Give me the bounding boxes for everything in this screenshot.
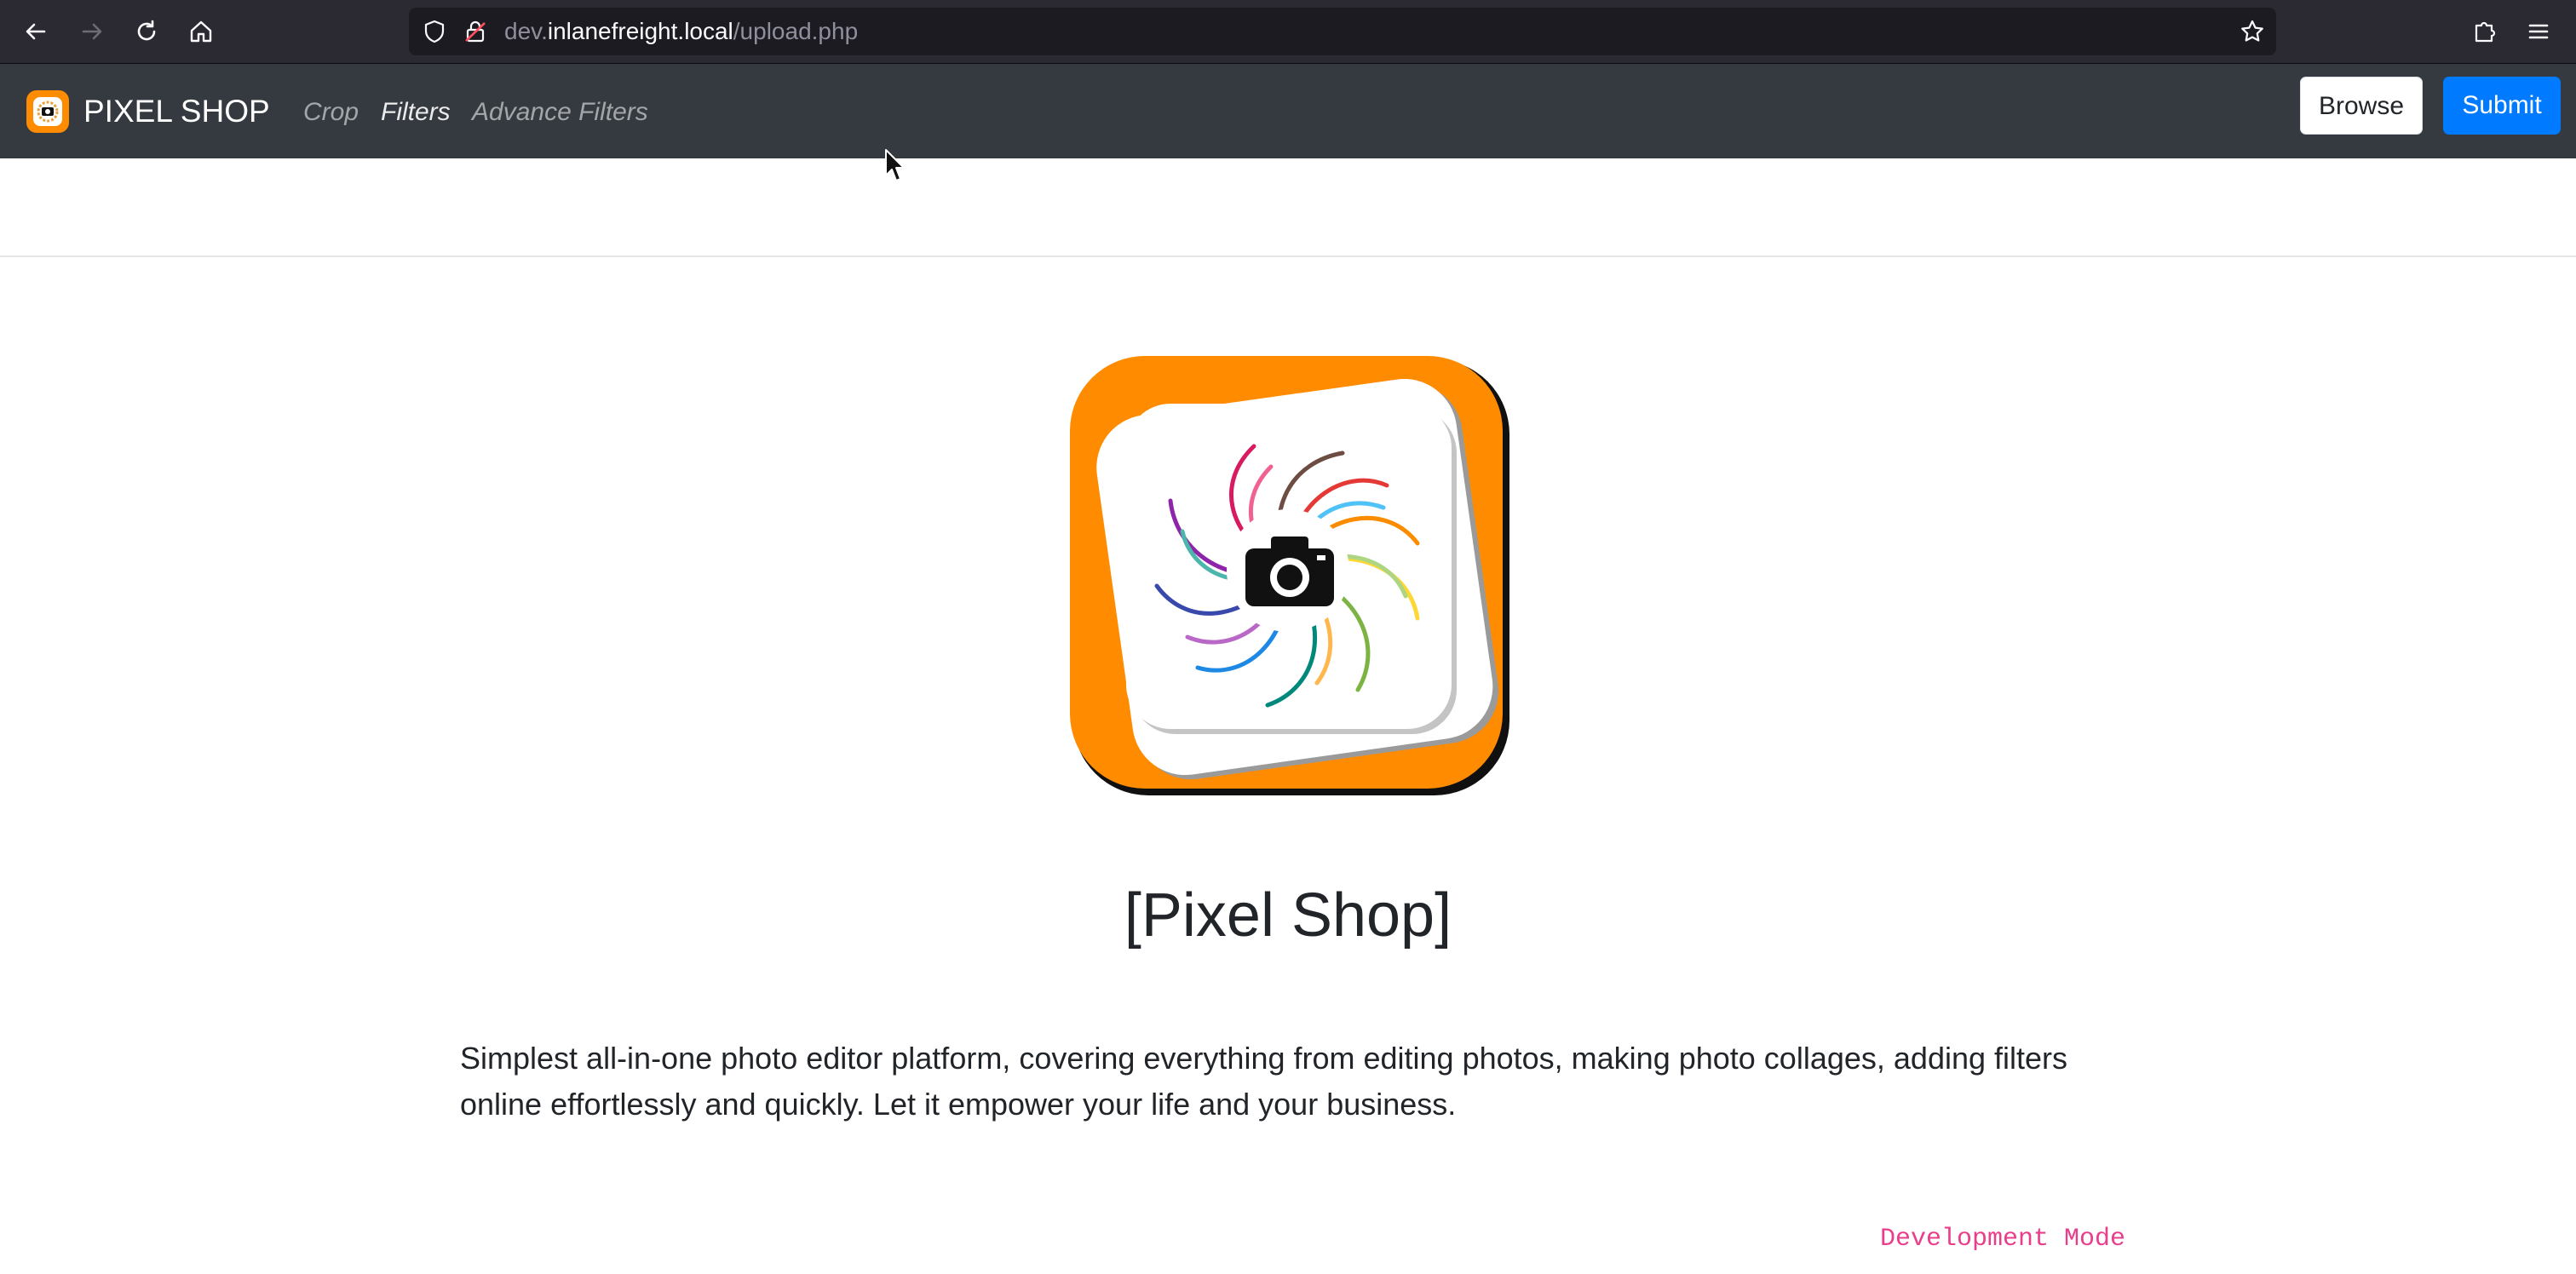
nav-link-crop[interactable]: Crop bbox=[303, 94, 359, 131]
address-bar[interactable]: dev.inlanefreight.local/upload.php bbox=[409, 8, 2276, 55]
brand-logo-icon[interactable] bbox=[26, 89, 70, 134]
brand-name[interactable]: PIXEL SHOP bbox=[83, 92, 270, 131]
app-navbar: PIXEL SHOP Crop Filters Advance Filters … bbox=[0, 64, 2576, 158]
back-button[interactable] bbox=[14, 9, 58, 54]
page-title: [Pixel Shop] bbox=[1124, 881, 1452, 950]
mouse-cursor-icon bbox=[885, 149, 905, 181]
camera-swirl-logo-icon bbox=[1070, 356, 1509, 795]
extensions-icon[interactable] bbox=[2470, 18, 2498, 45]
reload-button[interactable] bbox=[124, 9, 169, 54]
page-description: Simplest all-in-one photo editor platfor… bbox=[460, 1041, 2068, 1122]
home-button[interactable] bbox=[179, 9, 223, 54]
forward-icon bbox=[82, 23, 102, 40]
nav-link-filters[interactable]: Filters bbox=[381, 94, 451, 131]
submit-button[interactable]: Submit bbox=[2443, 77, 2561, 135]
reload-icon bbox=[137, 20, 156, 41]
forward-button[interactable] bbox=[70, 9, 114, 54]
menu-icon[interactable] bbox=[2525, 18, 2552, 45]
browser-toolbar: dev.inlanefreight.local/upload.php bbox=[0, 0, 2576, 64]
development-mode-label: Development Mode bbox=[1880, 1225, 2126, 1254]
url-prefix: dev. bbox=[504, 18, 548, 44]
header-divider bbox=[0, 255, 2576, 257]
shield-icon[interactable] bbox=[421, 18, 448, 45]
home-icon bbox=[190, 20, 212, 43]
bookmark-star-icon[interactable] bbox=[2239, 18, 2266, 45]
url-text[interactable]: dev.inlanefreight.local/upload.php bbox=[504, 8, 858, 55]
url-path: /upload.php bbox=[733, 18, 859, 44]
url-host: inlanefreight.local bbox=[547, 18, 733, 44]
browse-button[interactable]: Browse bbox=[2300, 77, 2423, 135]
back-icon bbox=[26, 23, 46, 40]
nav-link-advance-filters[interactable]: Advance Filters bbox=[472, 94, 648, 131]
lock-icon[interactable] bbox=[462, 18, 489, 45]
